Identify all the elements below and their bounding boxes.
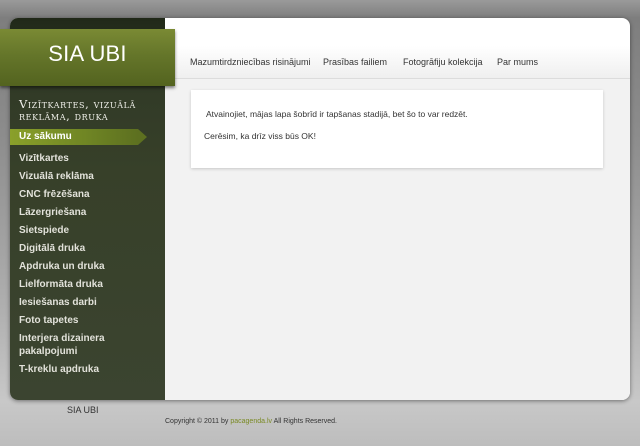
tab-photo-collection[interactable]: Fotogrāfiju kolekcija [403, 57, 483, 67]
sidebar-nav: Vizītkartes Vizuālā reklāma CNC frēzēšan… [19, 152, 159, 381]
tab-retail-solutions[interactable]: Mazumtirdzniecības risinājumi [190, 57, 311, 67]
sidebar-item-binding[interactable]: Iesiešanas darbi [19, 296, 159, 309]
sidebar-item-photo-wallpapers[interactable]: Foto tapetes [19, 314, 159, 327]
sidebar-item-digital-print[interactable]: Digitālā druka [19, 242, 159, 255]
top-navigation: Mazumtirdzniecības risinājumi Prasības f… [165, 46, 630, 79]
main-content: Atvainojiet, mājas lapa šobrīd ir tapšan… [165, 79, 630, 400]
sidebar-item-tshirt-print[interactable]: T-kreklu apdruka [19, 363, 159, 376]
sidebar-item-business-cards[interactable]: Vizītkartes [19, 152, 159, 165]
copyright-suffix: All Rights Reserved. [273, 418, 337, 425]
sidebar-item-large-format[interactable]: Lielformāta druka [19, 278, 159, 291]
sidebar-item-cnc-milling[interactable]: CNC frēzēšana [19, 188, 159, 201]
tab-about-us[interactable]: Par mums [497, 57, 538, 67]
logo-text: SIA UBI [48, 41, 127, 66]
sidebar-item-imprint-print[interactable]: Apdruka un druka [19, 260, 159, 273]
site-tagline: Vizītkartes, vizuālā reklāma, druka [19, 97, 136, 123]
sidebar-item-visual-advertising[interactable]: Vizuālā reklāma [19, 170, 159, 183]
sidebar-item-screen-printing[interactable]: Sietspiede [19, 224, 159, 237]
sidebar-item-interior-design[interactable]: Interjera dizainera pakalpojumi [19, 332, 159, 358]
active-arrow-icon [138, 129, 147, 145]
message-box: Atvainojiet, mājas lapa šobrīd ir tapšan… [191, 90, 603, 168]
message-line-2: Cerēsim, ka drīz viss būs OK! [204, 131, 316, 141]
message-line-1: Atvainojiet, mājas lapa šobrīd ir tapšan… [206, 109, 468, 119]
tab-file-requirements[interactable]: Prasības failiem [323, 57, 387, 67]
footer-brand: SIA UBI [67, 405, 99, 415]
sidebar-item-home[interactable]: Uz sākumu [10, 129, 138, 145]
footer-copyright: Copyright © 2011 by pacagenda.lv All Rig… [165, 418, 337, 425]
footer-link[interactable]: pacagenda.lv [230, 418, 272, 425]
copyright-prefix: Copyright © 2011 by [165, 418, 229, 425]
site-logo[interactable]: SIA UBI [0, 29, 175, 86]
sidebar-item-laser-cutting[interactable]: Lāzergriešana [19, 206, 159, 219]
